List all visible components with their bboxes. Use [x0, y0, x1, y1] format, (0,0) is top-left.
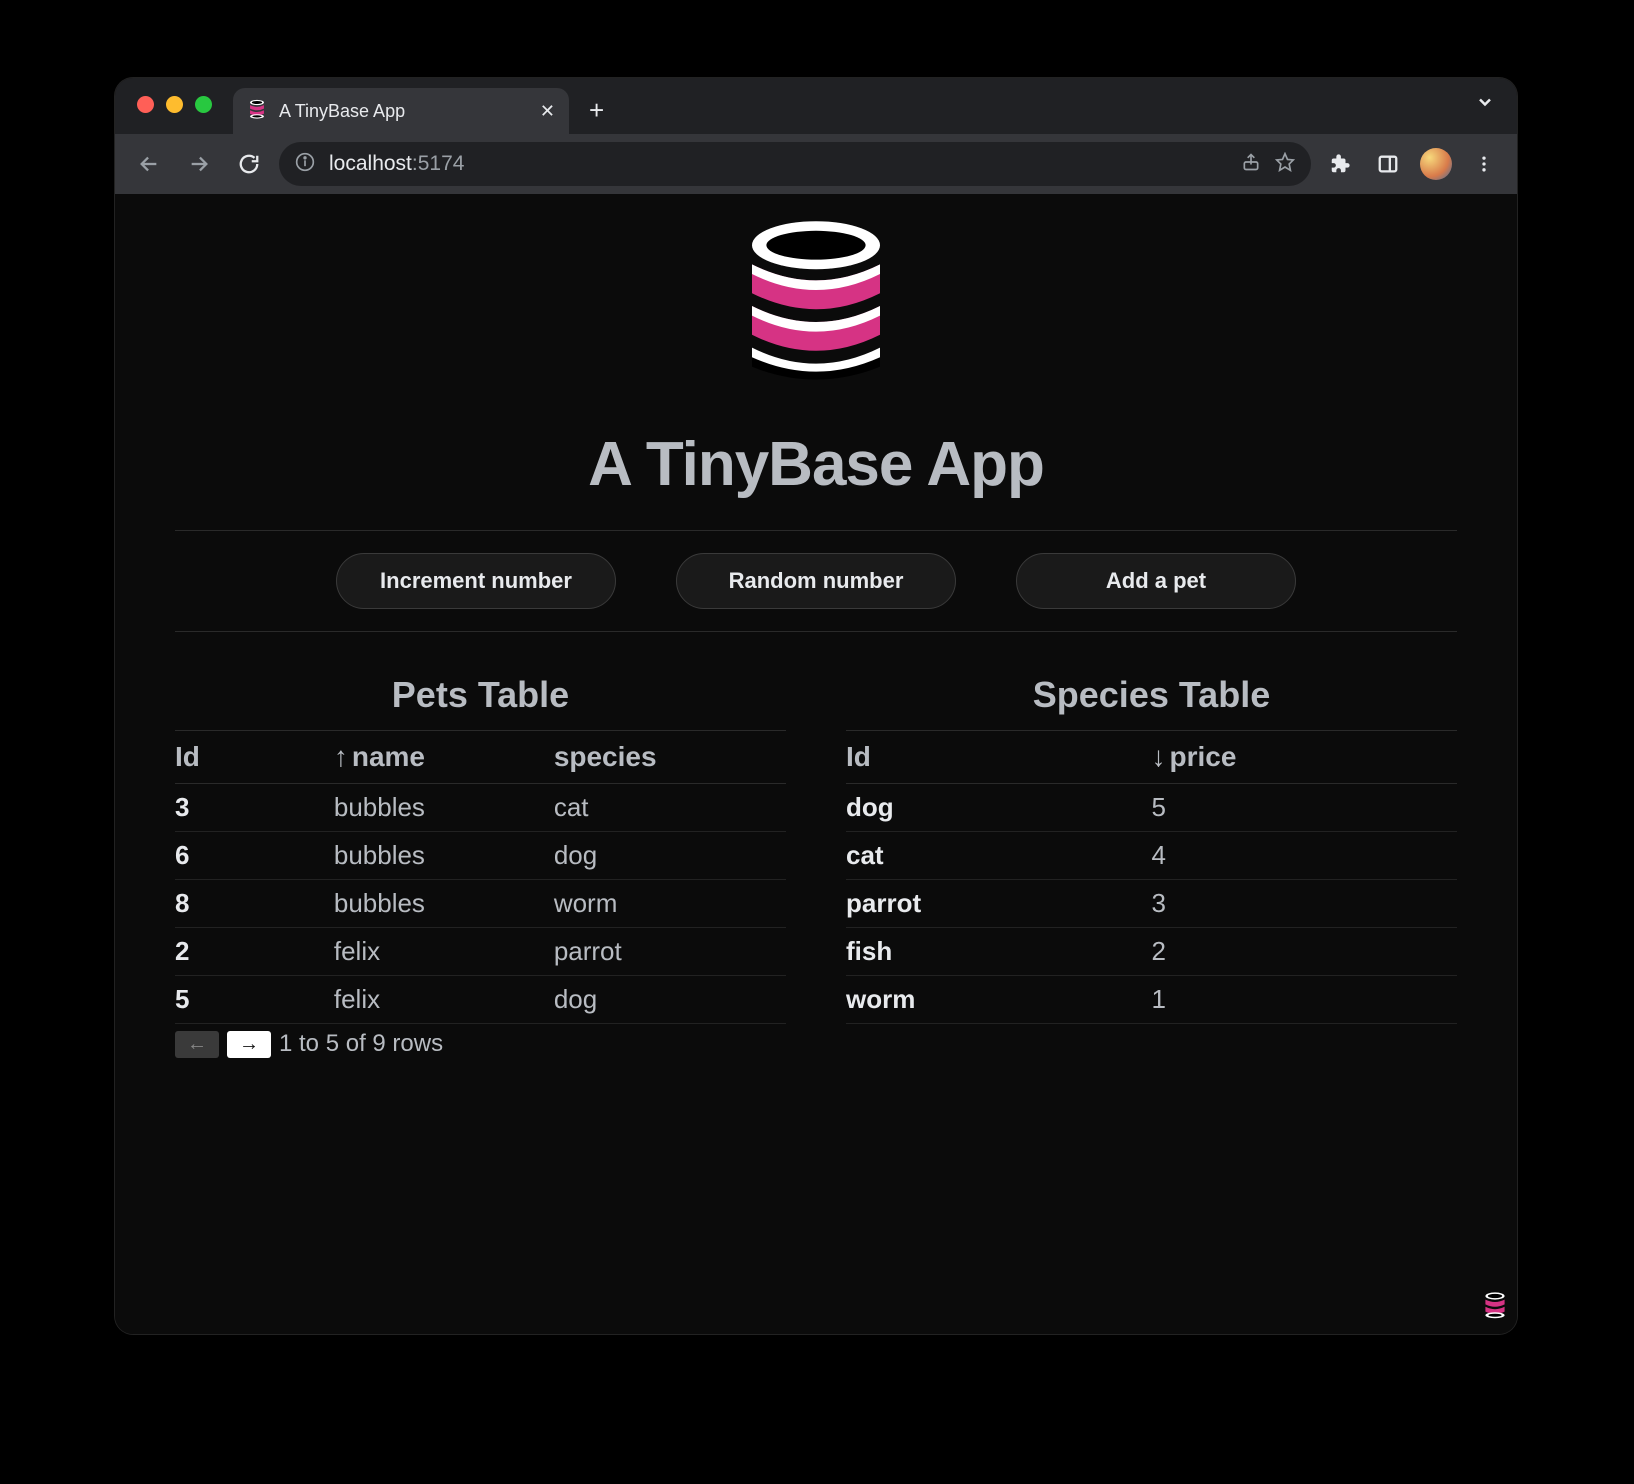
cell-name: bubbles	[334, 880, 554, 928]
pets-pager: ← → 1 to 5 of 9 rows	[175, 1030, 786, 1058]
cell-price: 1	[1152, 976, 1458, 1024]
table-row: fish2	[846, 928, 1457, 976]
reload-button[interactable]	[229, 144, 269, 184]
species-col-price[interactable]: ↓price	[1152, 731, 1458, 784]
share-icon[interactable]	[1241, 152, 1261, 177]
bookmark-icon[interactable]	[1275, 152, 1295, 177]
menu-icon[interactable]	[1465, 145, 1503, 183]
cell-name: bubbles	[334, 784, 554, 832]
table-row: parrot3	[846, 880, 1457, 928]
cell-id: 5	[175, 976, 334, 1024]
cell-id: 6	[175, 832, 334, 880]
site-info-icon[interactable]	[295, 152, 315, 177]
browser-window: A TinyBase App ✕ + localhost:5174	[115, 78, 1517, 1334]
window-controls	[137, 96, 212, 113]
sort-asc-icon: ↑	[334, 741, 348, 772]
cell-id: 2	[175, 928, 334, 976]
browser-toolbar: localhost:5174	[115, 134, 1517, 194]
side-panel-icon[interactable]	[1369, 145, 1407, 183]
close-tab-icon[interactable]: ✕	[540, 101, 555, 122]
species-table-title: Species Table	[846, 674, 1457, 716]
pets-col-name[interactable]: ↑name	[334, 731, 554, 784]
minimize-window-button[interactable]	[166, 96, 183, 113]
back-button[interactable]	[129, 144, 169, 184]
pets-col-id[interactable]: Id	[175, 731, 334, 784]
close-window-button[interactable]	[137, 96, 154, 113]
page-content: A TinyBase App Increment number Random n…	[115, 194, 1517, 1334]
table-row: 2felixparrot	[175, 928, 786, 976]
cell-name: felix	[334, 928, 554, 976]
cell-price: 2	[1152, 928, 1458, 976]
cell-species: dog	[554, 976, 786, 1024]
table-row: worm1	[846, 976, 1457, 1024]
table-row: 8bubblesworm	[175, 880, 786, 928]
tab-title: A TinyBase App	[279, 101, 528, 122]
sort-desc-icon: ↓	[1152, 741, 1166, 772]
cell-name: felix	[334, 976, 554, 1024]
species-table-block: Species Table Id ↓price dog5cat4parrot3f…	[846, 674, 1457, 1058]
cell-price: 5	[1152, 784, 1458, 832]
cell-id: parrot	[846, 880, 1152, 928]
pager-next-button[interactable]: →	[227, 1031, 271, 1058]
url-text: localhost:5174	[329, 152, 464, 176]
cell-species: parrot	[554, 928, 786, 976]
cell-id: cat	[846, 832, 1152, 880]
table-row: cat4	[846, 832, 1457, 880]
forward-button[interactable]	[179, 144, 219, 184]
pets-table-title: Pets Table	[175, 674, 786, 716]
tab-favicon-icon	[247, 99, 267, 124]
app-logo-icon	[175, 216, 1457, 401]
button-row: Increment number Random number Add a pet	[175, 553, 1457, 609]
tables-row: Pets Table Id ↑name species 3bubblescat6…	[175, 674, 1457, 1058]
cell-id: 8	[175, 880, 334, 928]
tinybase-corner-logo-icon	[1483, 1291, 1507, 1324]
add-pet-button[interactable]: Add a pet	[1016, 553, 1296, 609]
page-title: A TinyBase App	[175, 429, 1457, 500]
tabs-menu-icon[interactable]	[1475, 92, 1495, 117]
table-row: 6bubblesdog	[175, 832, 786, 880]
cell-species: dog	[554, 832, 786, 880]
profile-avatar[interactable]	[1417, 145, 1455, 183]
pets-col-species[interactable]: species	[554, 731, 786, 784]
cell-species: worm	[554, 880, 786, 928]
increment-number-button[interactable]: Increment number	[336, 553, 616, 609]
pager-text: 1 to 5 of 9 rows	[279, 1030, 443, 1058]
maximize-window-button[interactable]	[195, 96, 212, 113]
new-tab-button[interactable]: +	[569, 95, 624, 134]
divider	[175, 530, 1457, 531]
divider	[175, 631, 1457, 632]
pets-table-block: Pets Table Id ↑name species 3bubblescat6…	[175, 674, 786, 1058]
table-row: dog5	[846, 784, 1457, 832]
pets-table: Id ↑name species 3bubblescat6bubblesdog8…	[175, 730, 786, 1024]
table-row: 5felixdog	[175, 976, 786, 1024]
cell-id: 3	[175, 784, 334, 832]
cell-price: 4	[1152, 832, 1458, 880]
pager-prev-button[interactable]: ←	[175, 1031, 219, 1058]
cell-id: fish	[846, 928, 1152, 976]
tab-bar: A TinyBase App ✕ +	[115, 78, 1517, 134]
cell-species: cat	[554, 784, 786, 832]
cell-price: 3	[1152, 880, 1458, 928]
table-row: 3bubblescat	[175, 784, 786, 832]
browser-tab[interactable]: A TinyBase App ✕	[233, 88, 569, 134]
cell-id: worm	[846, 976, 1152, 1024]
species-col-id[interactable]: Id	[846, 731, 1152, 784]
cell-name: bubbles	[334, 832, 554, 880]
random-number-button[interactable]: Random number	[676, 553, 956, 609]
extensions-icon[interactable]	[1321, 145, 1359, 183]
species-table: Id ↓price dog5cat4parrot3fish2worm1	[846, 730, 1457, 1024]
address-bar[interactable]: localhost:5174	[279, 142, 1311, 186]
cell-id: dog	[846, 784, 1152, 832]
